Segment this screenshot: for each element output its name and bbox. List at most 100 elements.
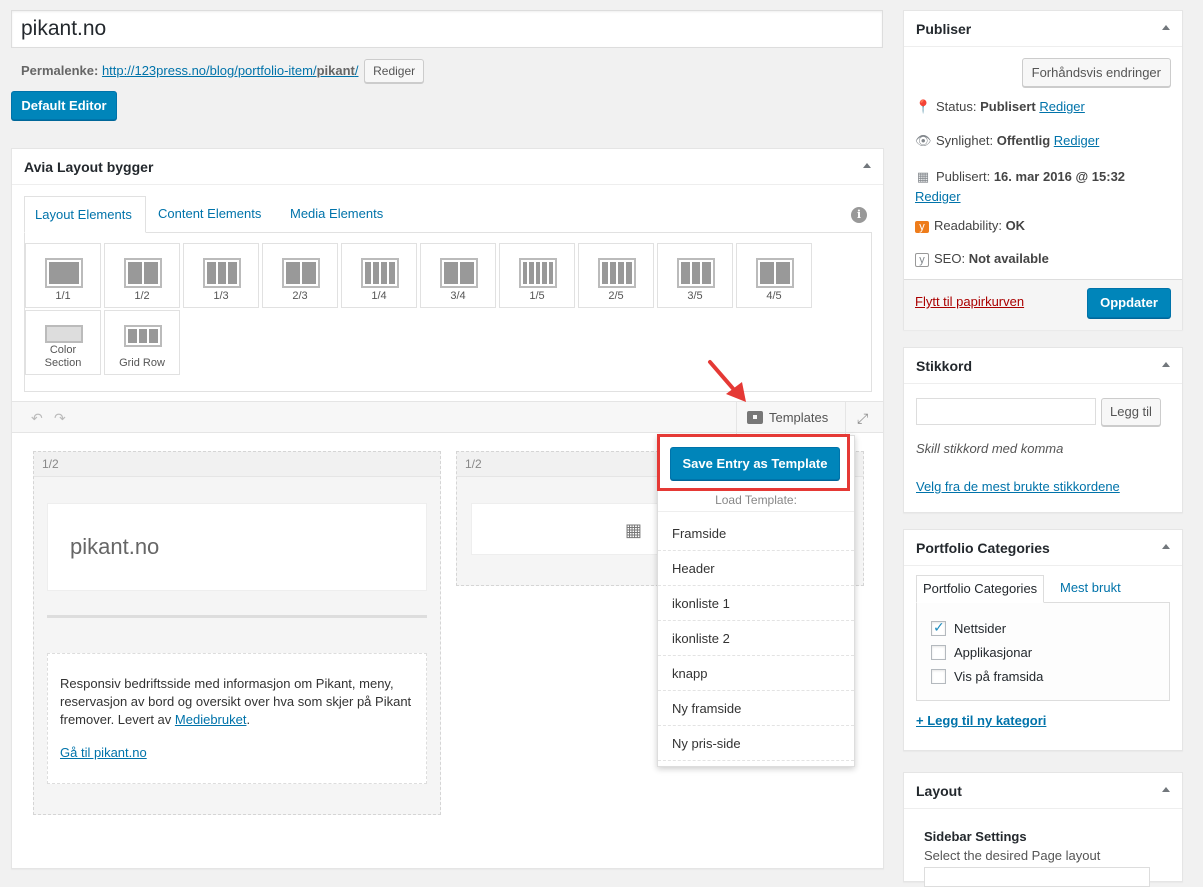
category-checkbox[interactable] — [931, 645, 946, 660]
column-layout-icon — [124, 258, 162, 288]
status-edit-link[interactable]: Rediger — [1039, 99, 1085, 114]
column-layout-icon — [45, 258, 83, 288]
sidebar-settings-hint: Select the desired Page layout — [924, 848, 1101, 863]
templates-button[interactable]: Templates — [736, 402, 846, 434]
avia-panel-header[interactable]: Avia Layout bygger — [12, 149, 883, 185]
element-column-7[interactable]: 2/5 — [578, 243, 654, 308]
visibility-edit-link[interactable]: Rediger — [1054, 133, 1100, 148]
yoast-readability-icon: y — [915, 221, 929, 233]
visibility-row: 👁 Synlighet: Offentlig Rediger — [915, 133, 1100, 148]
save-entry-as-template-button[interactable]: Save Entry as Template — [670, 447, 840, 480]
text-element[interactable]: Responsiv bedriftsside med informasjon o… — [47, 653, 427, 784]
permalink-edit-button[interactable]: Rediger — [364, 59, 425, 83]
category-item[interactable]: Vis på framsida — [931, 669, 1043, 684]
column-layout-icon — [440, 258, 478, 288]
element-column-9[interactable]: 4/5 — [736, 243, 812, 308]
element-column-8[interactable]: 3/5 — [657, 243, 733, 308]
sidebar-layout-select[interactable] — [924, 867, 1150, 887]
builder-column-half[interactable]: 1/2 pikant.no Responsiv bedriftsside med… — [33, 451, 441, 815]
tab-all-categories[interactable]: Portfolio Categories — [916, 575, 1045, 603]
element-color-section[interactable]: Color Section — [25, 310, 101, 375]
element-column-2[interactable]: 1/3 — [183, 243, 259, 308]
tab-most-used[interactable]: Mest brukt — [1060, 580, 1121, 595]
info-icon[interactable]: i — [851, 207, 867, 223]
template-item[interactable]: Ny pris-side — [658, 726, 854, 761]
heading-text: pikant.no — [70, 534, 160, 559]
load-template-label: Load Template: — [658, 488, 854, 512]
collapse-arrow-icon[interactable] — [863, 163, 871, 168]
text-element-body: Responsiv bedriftsside med informasjon o… — [60, 676, 412, 727]
undo-icon[interactable]: ↶ — [31, 410, 43, 427]
pin-icon: 📍 — [915, 99, 932, 114]
tags-box: Stikkord Legg til Skill stikkord med kom… — [903, 347, 1183, 513]
category-item[interactable]: Nettsider — [931, 619, 1007, 636]
template-item[interactable]: Header — [658, 551, 854, 586]
element-column-4[interactable]: 1/4 — [341, 243, 417, 308]
column-size-label: 1/2 — [34, 452, 440, 477]
goto-pikant-link[interactable]: Gå til pikant.no — [60, 745, 147, 760]
category-item[interactable]: Applikasjonar — [931, 645, 1032, 660]
column-layout-icon — [203, 258, 241, 288]
tab-content-elements[interactable]: Content Elements — [148, 196, 271, 233]
collapse-arrow-icon[interactable] — [1162, 544, 1170, 549]
element-column-1[interactable]: 1/2 — [104, 243, 180, 308]
template-item[interactable]: ikonliste 1 — [658, 586, 854, 621]
layout-box: Layout Sidebar Settings Select the desir… — [903, 772, 1183, 887]
update-button[interactable]: Oppdater — [1087, 288, 1171, 318]
template-item[interactable]: knapp — [658, 656, 854, 691]
separator-line[interactable] — [47, 615, 427, 618]
redo-icon[interactable]: ↷ — [54, 410, 66, 427]
published-edit-link[interactable]: Rediger — [915, 189, 961, 204]
element-label: 1/2 — [134, 290, 150, 302]
template-item[interactable]: Ny framside — [658, 691, 854, 726]
add-tag-button[interactable]: Legg til — [1101, 398, 1161, 426]
category-label: Applikasjonar — [954, 645, 1033, 660]
collapse-arrow-icon[interactable] — [1162, 25, 1170, 30]
move-to-trash-link[interactable]: Flytt til papirkurven — [915, 294, 1024, 309]
category-label: Vis på framsida — [954, 669, 1044, 684]
template-item[interactable]: ikonliste 2 — [658, 621, 854, 656]
table-grid-icon: ▦ — [625, 520, 643, 540]
collapse-arrow-icon[interactable] — [1162, 362, 1170, 367]
preview-changes-button[interactable]: Forhåndsvis endringer — [1021, 58, 1171, 87]
portfolio-header[interactable]: Portfolio Categories — [904, 530, 1182, 566]
template-box-icon — [747, 411, 763, 424]
category-checkbox[interactable] — [931, 669, 946, 684]
seo-row: y SEO: Not available — [915, 251, 1049, 267]
element-label: 3/4 — [450, 290, 466, 302]
most-used-tags-link[interactable]: Velg fra de mest brukte stikkordene — [916, 479, 1120, 494]
category-list: Nettsider Applikasjonar Vis på framsida — [916, 602, 1170, 701]
column-layout-icon — [282, 258, 320, 288]
publish-header[interactable]: Publiser — [904, 11, 1182, 47]
tab-layout-elements[interactable]: Layout Elements — [24, 196, 146, 233]
template-item[interactable]: Framside — [658, 516, 854, 551]
mediebruket-link[interactable]: Mediebruket — [175, 712, 247, 727]
add-new-category-link[interactable]: + Legg til ny kategori — [916, 713, 1046, 728]
element-column-5[interactable]: 3/4 — [420, 243, 496, 308]
tags-title: Stikkord — [916, 358, 973, 374]
tags-header[interactable]: Stikkord — [904, 348, 1182, 384]
element-label: Color — [49, 344, 77, 356]
element-label: 1/4 — [371, 290, 387, 302]
layout-header[interactable]: Layout — [904, 773, 1182, 809]
element-column-3[interactable]: 2/3 — [262, 243, 338, 308]
column-layout-icon — [519, 258, 557, 288]
element-column-6[interactable]: 1/5 — [499, 243, 575, 308]
red-arrow-annotation — [708, 360, 746, 402]
collapse-arrow-icon[interactable] — [1162, 787, 1170, 792]
category-label: Nettsider — [954, 621, 1007, 636]
element-grid-row[interactable]: Grid Row — [104, 310, 180, 375]
tab-media-elements[interactable]: Media Elements — [280, 196, 393, 233]
tags-hint: Skill stikkord med komma — [916, 441, 1064, 456]
category-checkbox[interactable] — [931, 619, 946, 636]
element-column-0[interactable]: 1/1 — [25, 243, 101, 308]
tag-input[interactable] — [916, 398, 1096, 425]
post-title-input[interactable]: pikant.no — [11, 10, 883, 48]
eye-icon: 👁 — [915, 133, 932, 148]
heading-element[interactable]: pikant.no — [47, 503, 427, 591]
element-label: 2/3 — [292, 290, 308, 302]
permalink-link[interactable]: http://123press.no/blog/portfolio-item/p… — [102, 63, 359, 78]
layout-title: Layout — [916, 783, 962, 799]
fullscreen-expand-icon[interactable]: ⤢ — [857, 410, 868, 427]
default-editor-button[interactable]: Default Editor — [11, 91, 117, 120]
